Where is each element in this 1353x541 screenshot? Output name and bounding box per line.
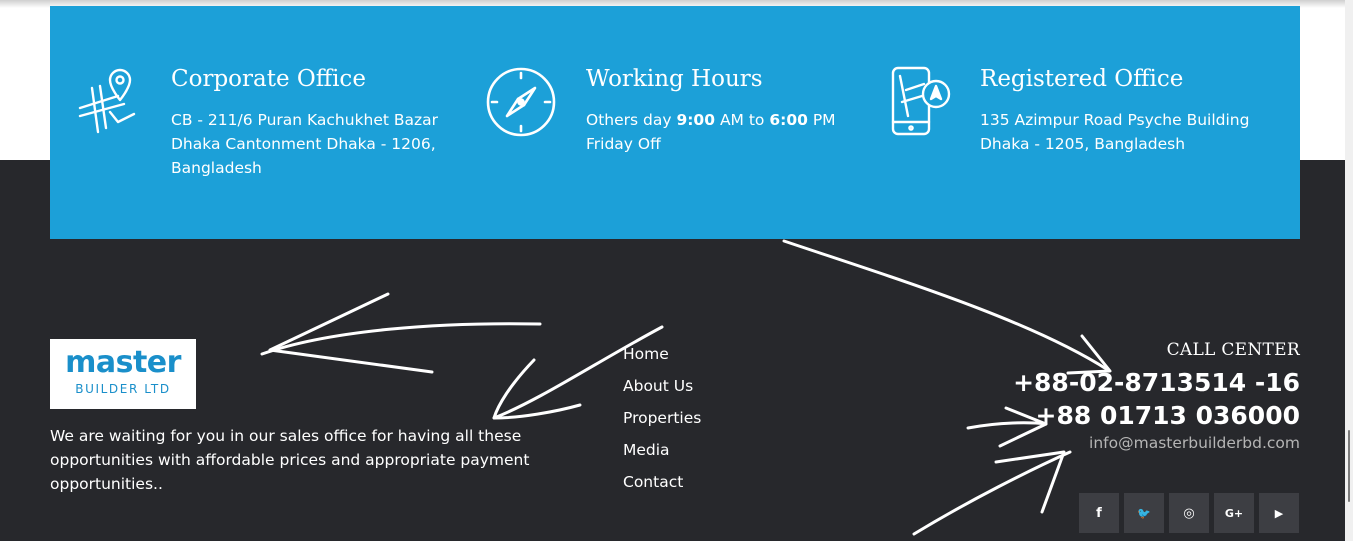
address-line: Bangladesh [171,159,262,177]
working-hours-text: Others day 9:00 AM to 6:00 PM Friday Off [586,108,836,156]
address-line: 135 Azimpur Road Psyche Building [980,111,1250,129]
close-time: 6:00 [769,111,808,129]
google-plus-icon: G+ [1224,506,1244,520]
google-plus-button[interactable]: G+ [1214,493,1254,533]
address-line: Dhaka Cantonment Dhaka - 1206, [171,135,436,153]
registered-office-title: Registered Office [980,66,1184,92]
menu-item-properties[interactable]: Properties [623,406,701,438]
twitter-icon: 🐦 [1137,506,1151,520]
menu-item-home[interactable]: Home [623,342,701,374]
corporate-office-address: CB - 211/6 Puran Kachukhet Bazar Dhaka C… [171,108,438,180]
address-line: CB - 211/6 Puran Kachukhet Bazar [171,111,439,129]
open-time: 9:00 [676,111,716,129]
youtube-icon: ▶ [1274,506,1284,520]
corporate-office-title: Corporate Office [171,66,366,92]
compass-icon [486,67,556,137]
logo-subtitle: BUILDER LTD [75,382,171,396]
phone-map-icon [891,66,951,136]
youtube-button[interactable]: ▶ [1259,493,1299,533]
phone-number-mobile[interactable]: +88 01713 036000 [1013,399,1301,432]
instagram-button[interactable]: ◎ [1169,493,1209,533]
call-center-label: CALL CENTER [1166,340,1300,360]
working-hours-title: Working Hours [586,66,763,92]
logo-wordmark: master [65,345,181,380]
hours-line: Others day 9:00 AM to 6:00 PM [586,108,836,132]
facebook-button[interactable]: f [1079,493,1119,533]
off-day: Friday Off [586,135,661,153]
hours-mid: AM to [715,111,770,129]
office-info-banner: Corporate Office CB - 211/6 Puran Kachuk… [50,6,1300,239]
menu-item-media[interactable]: Media [623,438,701,470]
call-center-block: CALL CENTER +88-02-8713514 -16 +88 01713… [1013,340,1300,452]
about-description: We are waiting for you in our sales offi… [50,427,530,493]
scrollbar-thumb[interactable] [1348,430,1350,502]
hours-suffix: PM [807,111,836,129]
email-link[interactable]: info@masterbuilderbd.com [1013,434,1300,452]
menu-item-about-us[interactable]: About Us [623,374,701,406]
map-location-icon [78,68,136,134]
instagram-icon: ◎ [1183,505,1195,521]
address-line: Dhaka - 1205, Bangladesh [980,135,1186,153]
footer-menu: Home About Us Properties Media Contact [623,342,701,502]
menu-item-contact[interactable]: Contact [623,470,701,502]
company-logo[interactable]: master BUILDER LTD [50,339,196,409]
facebook-icon: f [1096,505,1102,521]
phone-number-landline[interactable]: +88-02-8713514 -16 [1013,366,1300,399]
registered-office-address: 135 Azimpur Road Psyche Building Dhaka -… [980,108,1249,156]
hours-prefix: Others day [586,111,677,129]
twitter-button[interactable]: 🐦 [1124,493,1164,533]
